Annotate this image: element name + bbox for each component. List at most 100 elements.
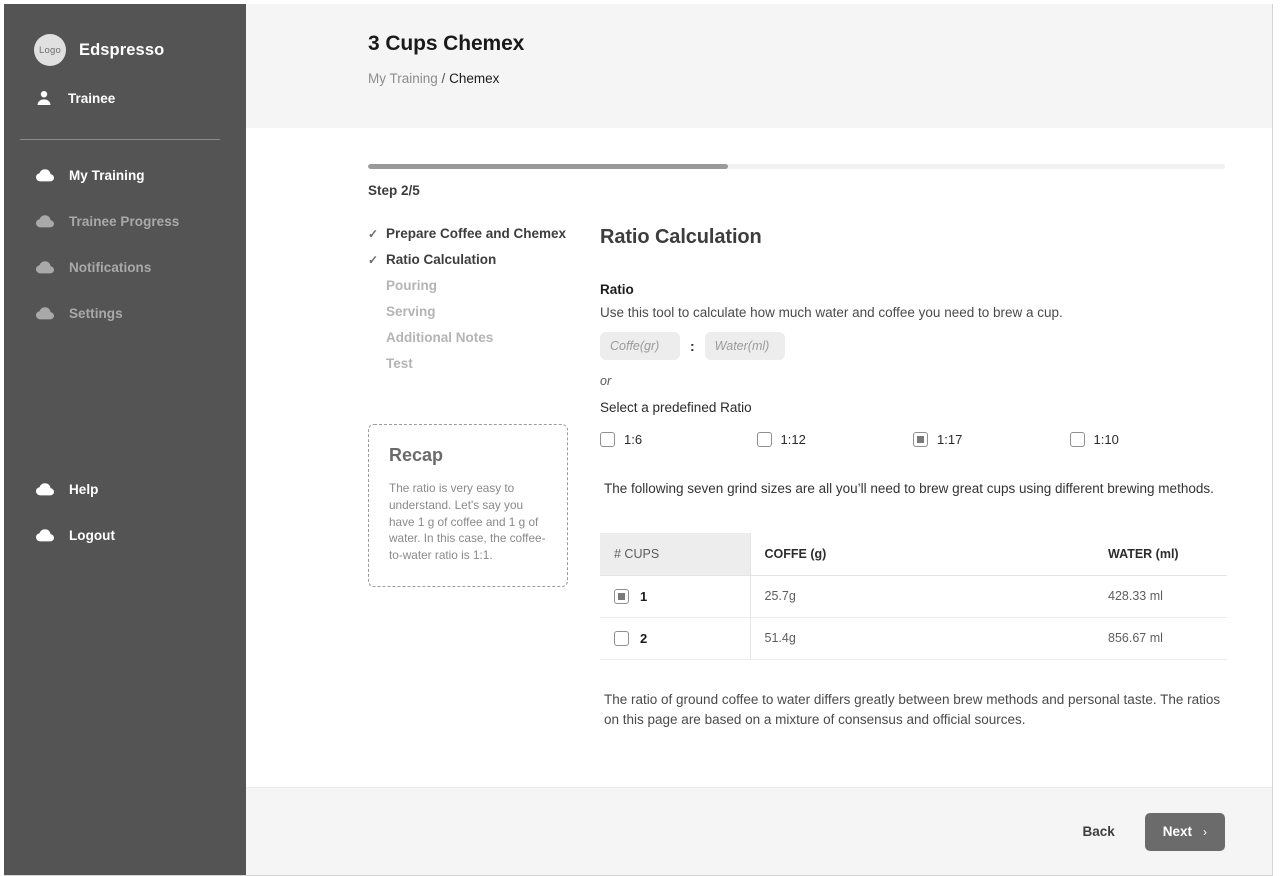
recap-body: The ratio is very easy to understand. Le… [389, 481, 546, 562]
ratio-table: # CUPS COFFE (g) WATER (ml) 1 25.7g 428.… [600, 532, 1227, 660]
page-footer: Back Next › [246, 787, 1272, 875]
sidebar-divider [20, 139, 220, 140]
ratio-description: Use this tool to calculate how much wate… [600, 305, 1063, 320]
progress-bar-fill [368, 164, 728, 169]
breadcrumb-separator: / [441, 71, 446, 86]
sidebar-item-label: Help [69, 481, 99, 497]
check-icon: ✓ [368, 227, 379, 241]
column-header-water: WATER (ml) [1108, 532, 1227, 576]
logo-text: Logo [39, 44, 61, 56]
main-area: 3 Cups Chemex My Training / Chemex Step … [246, 4, 1272, 875]
cell-coffee: 51.4g [750, 617, 1108, 660]
water-ml-input[interactable] [704, 332, 785, 360]
checkbox-icon[interactable] [1069, 432, 1085, 447]
page-content: Step 2/5 ✓ Prepare Coffee and Chemex ✓ R… [246, 128, 1272, 787]
section-title: Ratio Calculation [600, 226, 762, 248]
step-item-label: Additional Notes [386, 330, 494, 345]
progress-bar [368, 164, 1225, 169]
sidebar-item-my-training[interactable]: My Training [4, 152, 246, 198]
checkbox-icon[interactable] [614, 630, 629, 646]
app-frame: Logo Edspresso Trainee My Training Train… [4, 4, 1273, 876]
ratio-option-1-6[interactable]: 1:6 [600, 432, 757, 447]
sidebar-nav-bottom: Help Logout [4, 466, 246, 558]
step-item-pouring[interactable]: ✓ Pouring [368, 278, 600, 304]
checkbox-checked-icon[interactable] [614, 588, 629, 604]
ratio-option-label: 1:6 [624, 432, 643, 447]
sidebar-item-settings[interactable]: Settings [4, 290, 246, 336]
steps-column: ✓ Prepare Coffee and Chemex ✓ Ratio Calc… [368, 226, 600, 731]
checkbox-icon[interactable] [756, 432, 772, 447]
sidebar-user-label: Trainee [68, 90, 116, 106]
table-row[interactable]: 2 51.4g 856.67 ml [600, 617, 1227, 660]
app-root: Logo Edspresso Trainee My Training Train… [0, 0, 1280, 876]
step-item-label: Ratio Calculation [386, 252, 497, 267]
recap-title: Recap [389, 445, 444, 465]
table-body: 1 25.7g 428.33 ml 2 51.4g 856.67 ml [600, 575, 1227, 660]
table-row[interactable]: 1 25.7g 428.33 ml [600, 575, 1227, 618]
step-list: ✓ Prepare Coffee and Chemex ✓ Ratio Calc… [368, 226, 600, 382]
table-header-row: # CUPS COFFE (g) WATER (ml) [600, 532, 1227, 576]
column-header-cups: # CUPS [600, 532, 751, 576]
step-item-prepare-coffee-and-chemex[interactable]: ✓ Prepare Coffee and Chemex [368, 226, 600, 252]
brand[interactable]: Logo Edspresso [4, 4, 246, 70]
cups-value: 2 [640, 630, 648, 646]
grind-note: The following seven grind sizes are all … [604, 481, 1214, 496]
sidebar-item-trainee-progress[interactable]: Trainee Progress [4, 198, 246, 244]
cell-water: 428.33 ml [1108, 575, 1227, 618]
cell-cups: 2 [600, 617, 751, 660]
sidebar-item-logout[interactable]: Logout [4, 512, 246, 558]
content-columns: ✓ Prepare Coffee and Chemex ✓ Ratio Calc… [368, 226, 1236, 731]
ratio-option-1-12[interactable]: 1:12 [756, 432, 914, 447]
cloud-icon [36, 214, 54, 228]
back-button[interactable]: Back [1078, 816, 1118, 847]
predefined-ratio-options: 1:6 1:12 1:17 1:10 [600, 432, 1226, 447]
ratio-label: Ratio [600, 282, 634, 297]
cell-cups: 1 [600, 575, 751, 618]
detail-column: Ratio Calculation Ratio Use this tool to… [600, 226, 1236, 731]
ratio-colon: : [690, 338, 695, 354]
checkbox-icon[interactable] [600, 432, 615, 447]
check-icon: ✓ [368, 253, 379, 267]
ratio-input-group: : [600, 332, 1236, 360]
next-button[interactable]: Next › [1144, 812, 1225, 851]
sidebar-item-help[interactable]: Help [4, 466, 246, 512]
step-item-test[interactable]: ✓ Test [368, 356, 600, 382]
ratio-option-1-17[interactable]: 1:17 [913, 432, 1070, 447]
checkbox-checked-icon[interactable] [913, 432, 928, 447]
page-header: 3 Cups Chemex My Training / Chemex [246, 4, 1272, 128]
or-separator: or [600, 374, 612, 388]
ratio-option-1-10[interactable]: 1:10 [1069, 432, 1227, 447]
sidebar: Logo Edspresso Trainee My Training Train… [4, 4, 246, 875]
footnote-text: The ratio of ground coffee to water diff… [604, 691, 1221, 728]
cloud-icon [36, 482, 54, 496]
coffee-grams-input[interactable] [600, 332, 680, 360]
breadcrumb: My Training / Chemex [368, 71, 1272, 86]
ratio-option-label: 1:10 [1093, 432, 1119, 447]
person-icon [36, 90, 54, 106]
table-head: # CUPS COFFE (g) WATER (ml) [600, 532, 1227, 576]
recap-card: Recap The ratio is very easy to understa… [368, 424, 568, 587]
ratio-option-label: 1:17 [937, 432, 963, 447]
sidebar-item-label: Notifications [69, 259, 152, 275]
chevron-right-icon: › [1203, 824, 1207, 839]
sidebar-user[interactable]: Trainee [4, 77, 246, 119]
cloud-icon [36, 168, 54, 182]
cups-selector: 1 [614, 588, 750, 604]
brand-name: Edspresso [79, 40, 165, 59]
step-item-label: Prepare Coffee and Chemex [386, 226, 567, 241]
breadcrumb-parent[interactable]: My Training [368, 71, 438, 86]
step-item-serving[interactable]: ✓ Serving [368, 304, 600, 330]
page-title: 3 Cups Chemex [368, 32, 525, 55]
column-header-coffee: COFFE (g) [750, 532, 1108, 576]
step-item-label: Pouring [386, 278, 437, 293]
step-item-ratio-calculation[interactable]: ✓ Ratio Calculation [368, 252, 600, 278]
next-button-label: Next [1162, 824, 1192, 839]
sidebar-item-label: My Training [69, 167, 145, 183]
step-item-additional-notes[interactable]: ✓ Additional Notes [368, 330, 600, 356]
sidebar-nav: My Training Trainee Progress Notificatio… [4, 152, 246, 336]
sidebar-item-notifications[interactable]: Notifications [4, 244, 246, 290]
step-item-label: Test [386, 356, 413, 371]
step-item-label: Serving [386, 304, 436, 319]
cups-value: 1 [640, 588, 648, 604]
sidebar-item-label: Trainee Progress [69, 213, 180, 229]
